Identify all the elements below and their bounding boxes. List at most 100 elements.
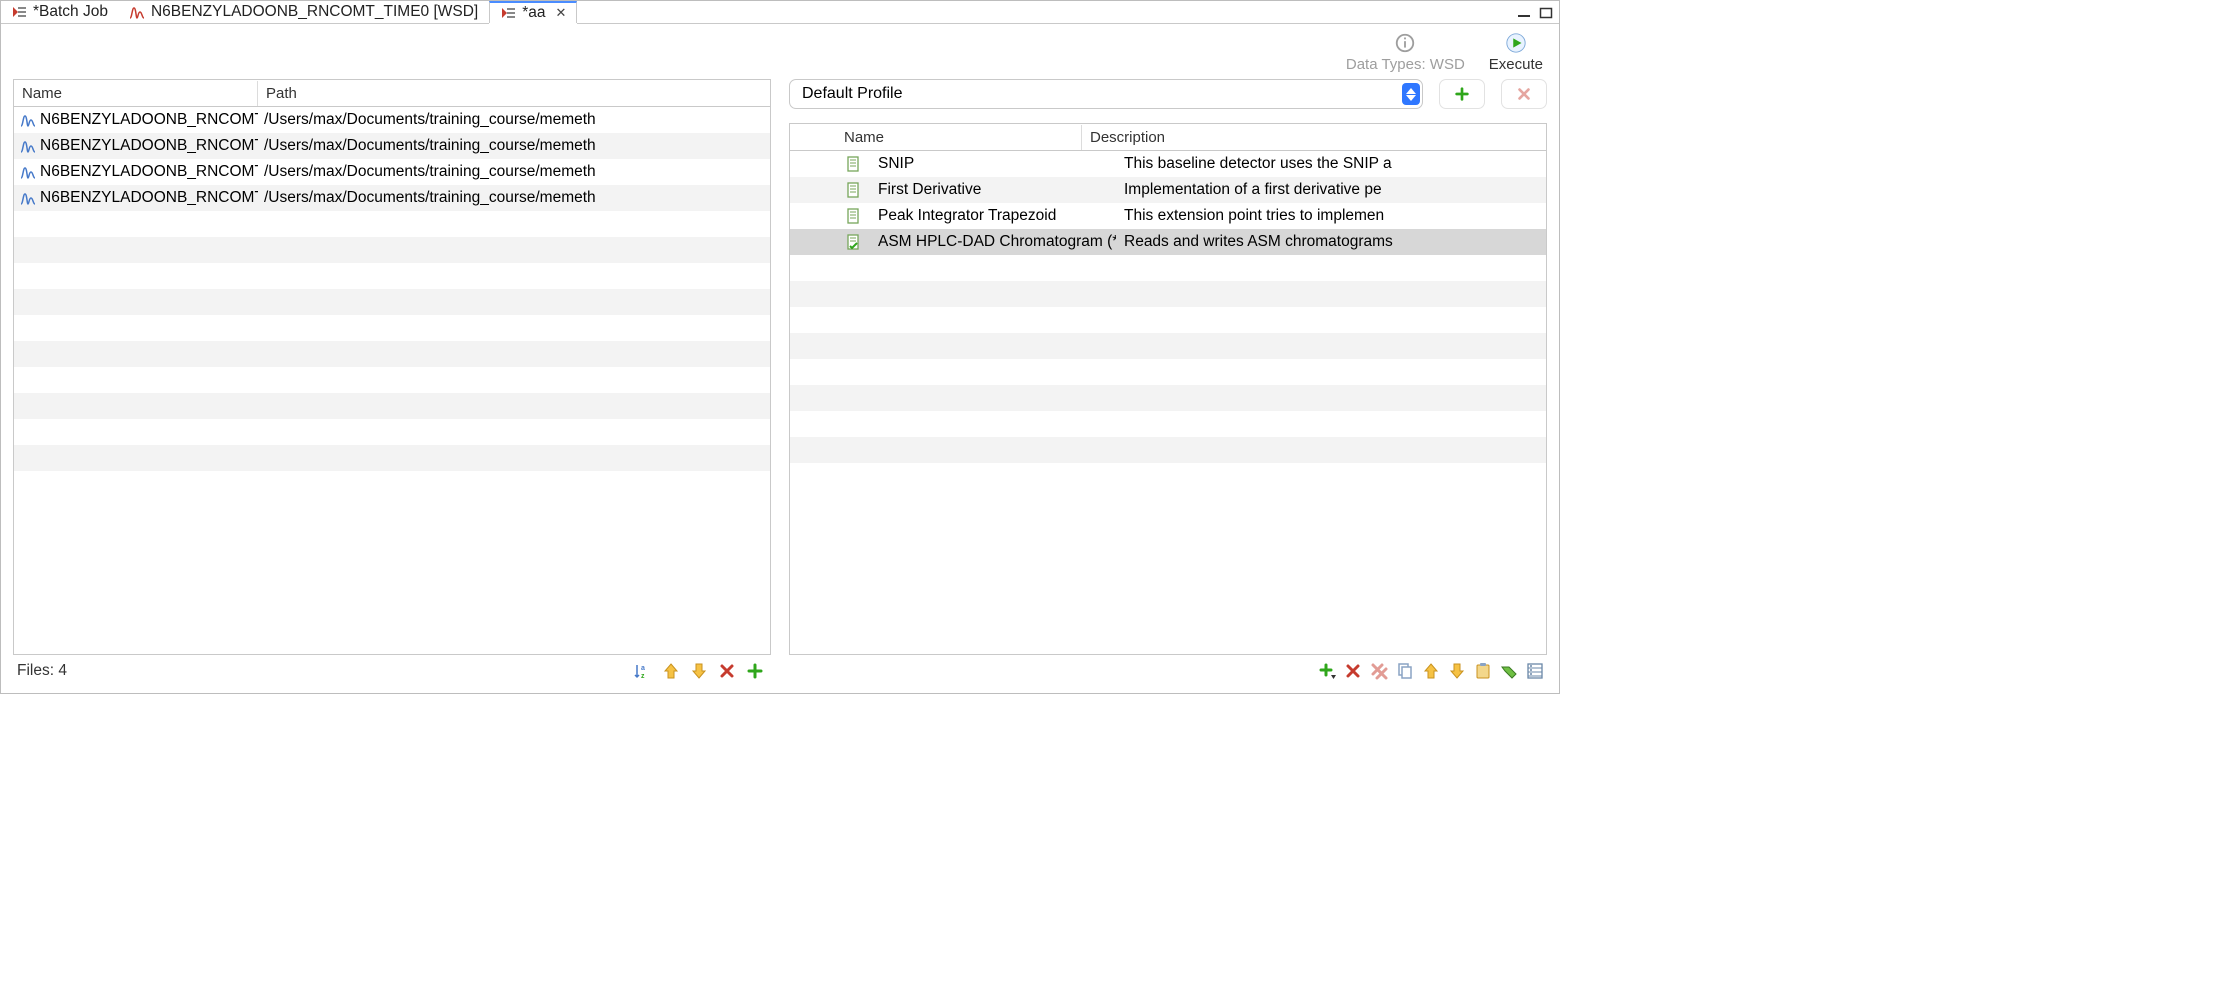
table-row[interactable] bbox=[790, 255, 1546, 281]
profile-selected-label: Default Profile bbox=[802, 85, 1402, 103]
table-row[interactable] bbox=[790, 281, 1546, 307]
header-toolbar: Data Types: WSD Execute bbox=[1, 24, 1559, 79]
column-header-name[interactable]: Name bbox=[836, 125, 1082, 150]
method-icon bbox=[836, 156, 870, 172]
minimize-icon[interactable] bbox=[1517, 6, 1531, 18]
table-row[interactable] bbox=[790, 437, 1546, 463]
cell-description: This baseline detector uses the SNIP a bbox=[1116, 155, 1546, 173]
window-controls bbox=[1517, 1, 1559, 23]
table-row[interactable]: Peak Integrator TrapezoidThis extension … bbox=[790, 203, 1546, 229]
table-row[interactable] bbox=[790, 411, 1546, 437]
remove-button[interactable] bbox=[717, 661, 737, 681]
info-icon bbox=[1394, 32, 1416, 54]
table-row[interactable] bbox=[14, 341, 770, 367]
add-method-button[interactable] bbox=[1317, 661, 1337, 681]
tab-aa[interactable]: *aa ✕ bbox=[489, 1, 577, 23]
cell-description: Implementation of a first derivative pe bbox=[1116, 181, 1546, 199]
sort-az-button[interactable]: az bbox=[633, 661, 653, 681]
cell-path: /Users/max/Documents/training_course/mem… bbox=[258, 111, 770, 129]
remove-all-button[interactable] bbox=[1369, 661, 1389, 681]
table-row[interactable]: N6BENZYLADOONB_RNCOMT_TIME2/Users/max/Do… bbox=[14, 159, 770, 185]
table-row[interactable] bbox=[14, 237, 770, 263]
tab-batch-job[interactable]: *Batch Job bbox=[1, 1, 119, 23]
table-row[interactable]: First DerivativeImplementation of a firs… bbox=[790, 177, 1546, 203]
table-header: Name Description bbox=[790, 124, 1546, 151]
play-icon bbox=[1505, 32, 1527, 54]
svg-text:a: a bbox=[641, 665, 645, 672]
table-row[interactable]: SNIPThis baseline detector uses the SNIP… bbox=[790, 151, 1546, 177]
right-panel: Default Profile Name Descripti bbox=[789, 79, 1547, 685]
cell-path: /Users/max/Documents/training_course/mem… bbox=[258, 163, 770, 181]
table-row[interactable] bbox=[14, 289, 770, 315]
copy-button[interactable] bbox=[1395, 661, 1415, 681]
table-row[interactable] bbox=[14, 445, 770, 471]
table-row[interactable]: N6BENZYLADOONB_RNCOMT_TIME0/Users/max/Do… bbox=[14, 107, 770, 133]
table-row[interactable] bbox=[14, 393, 770, 419]
move-down-button[interactable] bbox=[1447, 661, 1467, 681]
chromatogram-icon bbox=[129, 4, 145, 20]
select-updown-icon bbox=[1402, 83, 1420, 105]
left-footer: Files: 4 az bbox=[13, 655, 771, 685]
tab-chromatogram[interactable]: N6BENZYLADOONB_RNCOMT_TIME0 [WSD] bbox=[119, 1, 489, 23]
tab-label: *Batch Job bbox=[33, 3, 108, 21]
tab-bar: *Batch Job N6BENZYLADOONB_RNCOMT_TIME0 [… bbox=[1, 1, 1559, 24]
table-row[interactable]: N6BENZYLADOONB_RNCOMT_TIME1/Users/max/Do… bbox=[14, 133, 770, 159]
cell-name: First Derivative bbox=[870, 181, 1116, 199]
execute-button[interactable]: Execute bbox=[1489, 32, 1543, 73]
cell-name: N6BENZYLADOONB_RNCOMT_TIME3 bbox=[14, 189, 258, 207]
tag-button[interactable] bbox=[1499, 661, 1519, 681]
cell-description: Reads and writes ASM chromatograms bbox=[1116, 233, 1546, 251]
remove-method-button[interactable] bbox=[1343, 661, 1363, 681]
table-row[interactable] bbox=[790, 359, 1546, 385]
maximize-icon[interactable] bbox=[1539, 6, 1553, 18]
batch-job-icon bbox=[11, 4, 27, 20]
table-row[interactable] bbox=[14, 419, 770, 445]
data-types-button[interactable]: Data Types: WSD bbox=[1346, 32, 1465, 73]
profile-row: Default Profile bbox=[789, 79, 1547, 109]
chromatogram-icon bbox=[20, 112, 36, 128]
column-header-description[interactable]: Description bbox=[1082, 125, 1546, 150]
cell-name: N6BENZYLADOONB_RNCOMT_TIME1 bbox=[14, 137, 258, 155]
right-footer bbox=[789, 655, 1547, 685]
move-down-button[interactable] bbox=[689, 661, 709, 681]
add-button[interactable] bbox=[745, 661, 765, 681]
column-header-path[interactable]: Path bbox=[258, 81, 770, 106]
table-row[interactable] bbox=[790, 385, 1546, 411]
column-header-name[interactable]: Name bbox=[14, 81, 258, 106]
table-row[interactable]: N6BENZYLADOONB_RNCOMT_TIME3/Users/max/Do… bbox=[14, 185, 770, 211]
table-header: Name Path bbox=[14, 80, 770, 107]
table-row[interactable] bbox=[14, 471, 770, 497]
table-row[interactable] bbox=[14, 211, 770, 237]
table-row[interactable] bbox=[14, 263, 770, 289]
settings-button[interactable] bbox=[1525, 661, 1545, 681]
data-types-label: Data Types: WSD bbox=[1346, 56, 1465, 73]
files-table: Name Path N6BENZYLADOONB_RNCOMT_TIME0/Us… bbox=[13, 79, 771, 655]
profile-delete-button[interactable] bbox=[1501, 79, 1547, 109]
paste-button[interactable] bbox=[1473, 661, 1493, 681]
table-row[interactable] bbox=[790, 333, 1546, 359]
svg-text:z: z bbox=[641, 673, 645, 680]
methods-table: Name Description SNIPThis baseline detec… bbox=[789, 123, 1547, 655]
cell-name: N6BENZYLADOONB_RNCOMT_TIME2 bbox=[14, 163, 258, 181]
chromatogram-icon bbox=[20, 138, 36, 154]
profile-select[interactable]: Default Profile bbox=[789, 79, 1423, 109]
table-row[interactable] bbox=[790, 307, 1546, 333]
table-row[interactable] bbox=[14, 315, 770, 341]
tab-label: N6BENZYLADOONB_RNCOMT_TIME0 [WSD] bbox=[151, 3, 478, 21]
file-count-label: Files: 4 bbox=[17, 662, 67, 680]
cell-path: /Users/max/Documents/training_course/mem… bbox=[258, 137, 770, 155]
table-row[interactable] bbox=[14, 367, 770, 393]
chromatogram-icon bbox=[20, 190, 36, 206]
left-panel: Name Path N6BENZYLADOONB_RNCOMT_TIME0/Us… bbox=[13, 79, 771, 685]
profile-add-button[interactable] bbox=[1439, 79, 1485, 109]
cell-description: This extension point tries to implemen bbox=[1116, 207, 1546, 225]
method-icon bbox=[836, 182, 870, 198]
move-up-button[interactable] bbox=[1421, 661, 1441, 681]
method-icon bbox=[836, 208, 870, 224]
main-split: Name Path N6BENZYLADOONB_RNCOMT_TIME0/Us… bbox=[1, 79, 1559, 693]
close-icon[interactable]: ✕ bbox=[556, 5, 567, 21]
cell-name: N6BENZYLADOONB_RNCOMT_TIME0 bbox=[14, 111, 258, 129]
move-up-button[interactable] bbox=[661, 661, 681, 681]
table-row[interactable]: ASM HPLC-DAD Chromatogram (*.json)Reads … bbox=[790, 229, 1546, 255]
chromatogram-icon bbox=[20, 164, 36, 180]
